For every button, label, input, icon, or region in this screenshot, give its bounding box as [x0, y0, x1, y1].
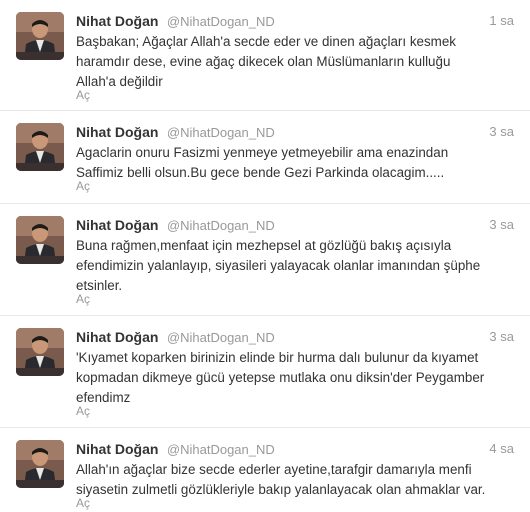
- avatar-image: [16, 328, 64, 376]
- author-fullname[interactable]: Nihat Doğan: [76, 13, 158, 29]
- author-username[interactable]: @NihatDogan_ND: [167, 218, 275, 233]
- tweet-text: Agaclarin onuru Fasizmi yenmeye yetmeyeb…: [76, 145, 449, 180]
- tweet-item[interactable]: Nihat Doğan @NihatDogan_ND 4 sa Allah'ın…: [0, 428, 530, 512]
- expand-link[interactable]: Aç: [76, 179, 90, 193]
- author-username[interactable]: @NihatDogan_ND: [167, 14, 275, 29]
- tweet-timestamp[interactable]: 3 sa: [489, 123, 514, 141]
- avatar-image: [16, 216, 64, 264]
- author-username[interactable]: @NihatDogan_ND: [167, 442, 275, 457]
- tweet-header: Nihat Doğan @NihatDogan_ND 3 sa: [76, 123, 516, 141]
- tweet-text: Allah'ın ağaçlar bize secde ederler ayet…: [76, 462, 486, 497]
- tweet-timestamp[interactable]: 3 sa: [489, 328, 514, 346]
- tweet-text: Başbakan; Ağaçlar Allah'a secde eder ve …: [76, 34, 456, 89]
- tweet-header: Nihat Doğan @NihatDogan_ND 1 sa: [76, 12, 516, 30]
- avatar[interactable]: [16, 12, 64, 60]
- avatar[interactable]: [16, 123, 64, 171]
- avatar[interactable]: [16, 216, 64, 264]
- tweet-timestamp[interactable]: 4 sa: [489, 440, 514, 458]
- tweet-header: Nihat Doğan @NihatDogan_ND 3 sa: [76, 328, 516, 346]
- author-fullname[interactable]: Nihat Doğan: [76, 329, 158, 345]
- tweet-item[interactable]: Nihat Doğan @NihatDogan_ND 3 sa Agaclari…: [0, 111, 530, 204]
- expand-link[interactable]: Aç: [76, 404, 90, 418]
- tweet-item[interactable]: Nihat Doğan @NihatDogan_ND 3 sa 'Kıyamet…: [0, 316, 530, 428]
- tweet-header: Nihat Doğan @NihatDogan_ND 4 sa: [76, 440, 516, 458]
- avatar[interactable]: [16, 328, 64, 376]
- tweet-text: Buna rağmen,menfaat için mezhepsel at gö…: [76, 238, 481, 293]
- expand-link[interactable]: Aç: [76, 292, 90, 306]
- avatar-image: [16, 440, 64, 488]
- tweet-header: Nihat Doğan @NihatDogan_ND 3 sa: [76, 216, 516, 234]
- avatar[interactable]: [16, 440, 64, 488]
- tweet-timestamp[interactable]: 3 sa: [489, 216, 514, 234]
- author-fullname[interactable]: Nihat Doğan: [76, 441, 158, 457]
- avatar-image: [16, 12, 64, 60]
- author-fullname[interactable]: Nihat Doğan: [76, 217, 158, 233]
- author-fullname[interactable]: Nihat Doğan: [76, 124, 158, 140]
- tweet-timestamp[interactable]: 1 sa: [489, 12, 514, 30]
- author-username[interactable]: @NihatDogan_ND: [167, 330, 275, 345]
- tweet-item[interactable]: Nihat Doğan @NihatDogan_ND 3 sa Buna rağ…: [0, 204, 530, 316]
- tweet-text: 'Kıyamet koparken birinizin elinde bir h…: [76, 350, 485, 405]
- tweet-item[interactable]: Nihat Doğan @NihatDogan_ND 1 sa Başbakan…: [0, 0, 530, 111]
- expand-link[interactable]: Aç: [76, 496, 90, 510]
- expand-link[interactable]: Aç: [76, 88, 90, 102]
- avatar-image: [16, 123, 64, 171]
- author-username[interactable]: @NihatDogan_ND: [167, 125, 275, 140]
